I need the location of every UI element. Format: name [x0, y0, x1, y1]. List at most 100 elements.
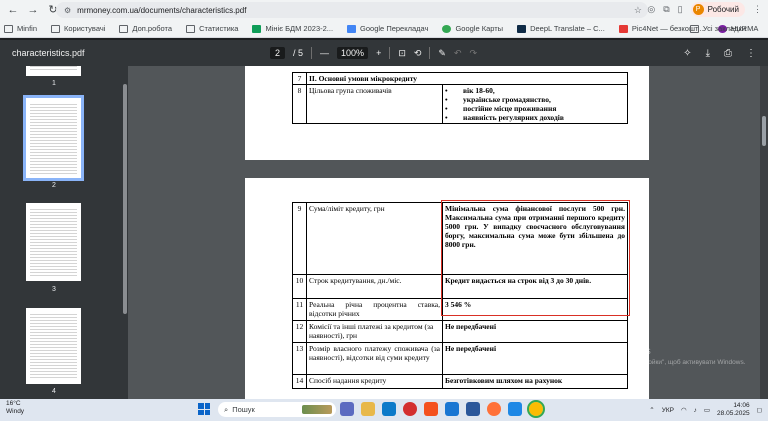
windows-start-icon[interactable] — [198, 403, 210, 415]
zoom-input[interactable]: 100% — [337, 47, 369, 59]
bookmark-star-icon[interactable]: ☆ — [634, 5, 642, 16]
windows-taskbar: 16°C Windy ⌕ Пошук ⌃ УКР ◠ ♪ ▭ 14:06 28.… — [0, 399, 768, 421]
table-row: 7 ІІ. Основні умови мікрокредиту — [292, 72, 628, 85]
thumbnail-page-1[interactable] — [26, 66, 81, 76]
sidepanel-icon[interactable]: ▯ — [678, 4, 683, 15]
menu-icon[interactable]: ⋮ — [753, 4, 762, 15]
draw-icon[interactable]: ✎ — [438, 48, 446, 59]
row-value: Безготівковим шляхом на рахунок — [442, 374, 628, 389]
thumbnail-page-3[interactable] — [26, 203, 81, 281]
notification-icon[interactable]: ◻ — [757, 406, 762, 414]
pic4net-icon — [618, 24, 628, 33]
language-indicator[interactable]: УКР — [662, 407, 674, 414]
sidebar-scrollbar[interactable] — [123, 66, 127, 399]
folder-icon — [689, 24, 699, 33]
search-highlight-image — [302, 405, 332, 414]
thumbnail-page-4[interactable] — [26, 308, 81, 384]
weather-widget[interactable]: 16°C Windy — [6, 400, 24, 416]
row-number: 12 — [292, 320, 307, 343]
bookmark-stats[interactable]: Статистика — [186, 24, 238, 33]
toolbar-divider — [389, 47, 391, 59]
list-item: • вік 18-60, — [445, 86, 495, 95]
file-explorer-icon[interactable] — [361, 402, 375, 416]
camera-icon[interactable]: ◎ — [647, 4, 655, 15]
redo-icon[interactable]: ↷ — [470, 48, 478, 59]
annotate-icon[interactable]: ✧ — [683, 48, 691, 59]
task-view-icon[interactable] — [340, 402, 354, 416]
thumbnail-page-2[interactable] — [23, 95, 84, 181]
page-total: / 5 — [293, 48, 304, 58]
thumbnail-sidebar: 1 2 3 4 — [0, 66, 128, 399]
wifi-icon[interactable]: ◠ — [681, 406, 687, 414]
volume-icon[interactable]: ♪ — [694, 407, 697, 414]
more-options-icon[interactable]: ⋮ — [746, 48, 756, 59]
zoom-in-icon[interactable]: + — [376, 48, 381, 58]
chrome-icon[interactable] — [527, 400, 545, 418]
weather-temp: 16°C — [6, 400, 21, 407]
tray-expand-icon[interactable]: ⌃ — [649, 406, 654, 414]
watermark-subtitle: Перейдіть до розділу "Настройки", щоб ак… — [562, 359, 746, 366]
back-icon[interactable]: ← — [6, 3, 20, 17]
conditions-table-top: 7 ІІ. Основні умови мікрокредиту 8 Цільо… — [292, 72, 628, 124]
viewer-scrollbar[interactable] — [760, 66, 768, 399]
taskbar-search[interactable]: ⌕ Пошук — [218, 402, 336, 417]
zoom-out-icon[interactable]: — — [320, 48, 329, 58]
search-placeholder: Пошук — [232, 405, 255, 414]
bookmark-minfin[interactable]: Minfin — [4, 24, 37, 33]
powerpoint-icon[interactable] — [424, 402, 438, 416]
print-icon[interactable]: ⎙ — [724, 48, 732, 59]
row-label: Строк кредитування, дн./міс. — [306, 274, 443, 299]
clock[interactable]: 14:06 28.05.2025 — [717, 402, 750, 418]
profile-button[interactable]: Р Робочий — [690, 2, 745, 17]
edge-icon[interactable] — [382, 402, 396, 416]
folder-icon — [51, 24, 61, 33]
rotate-icon[interactable]: ⟲ — [414, 48, 422, 59]
row-number: 14 — [292, 374, 307, 389]
word-icon[interactable] — [466, 402, 480, 416]
fit-page-icon[interactable]: ⊡ — [398, 48, 406, 59]
row-label: Реальна річна процентна ставка, відсотки… — [306, 298, 443, 321]
row-number: 10 — [292, 274, 307, 299]
bookmark-deepl[interactable]: DeepL Translate – С... — [517, 24, 605, 33]
extensions-icon[interactable]: ⧉ — [663, 4, 669, 15]
thumbnail-number: 2 — [52, 182, 56, 189]
row-number: 13 — [292, 342, 307, 375]
bookmark-google-maps[interactable]: Google Карты — [442, 24, 503, 33]
translate-icon — [347, 24, 357, 33]
page-number-input[interactable]: 2 — [270, 47, 286, 59]
row-number: 9 — [292, 202, 307, 275]
list-item: • українське громадянство, — [445, 95, 551, 104]
thumbnail-number: 3 — [52, 286, 56, 293]
bookmark-users[interactable]: Користувачі — [51, 24, 105, 33]
toolbar-divider — [429, 47, 431, 59]
folder-icon — [119, 24, 129, 33]
download-icon[interactable]: ⤓ — [706, 48, 710, 59]
browser-nav-bar: ← → ↻ ⚙ mrmoney.com.ua/documents/charact… — [0, 0, 768, 20]
thumbnail-number: 1 — [52, 80, 56, 87]
bookmark-bdm[interactable]: Мініє БДМ 2023-2... — [252, 24, 333, 33]
list-item: • постійне місце проживання — [445, 104, 557, 113]
undo-icon[interactable]: ↶ — [454, 48, 462, 59]
table-row: 14 Спосіб надання кредиту Безготівковим … — [292, 374, 628, 389]
bookmark-extra-work[interactable]: Доп.робота — [119, 24, 172, 33]
outlook-icon[interactable] — [445, 402, 459, 416]
pdf-page-2: 7 ІІ. Основні умови мікрокредиту 8 Цільо… — [245, 66, 649, 160]
folder-icon — [4, 24, 13, 33]
row-label: Спосіб надання кредиту — [306, 374, 443, 389]
opera-icon[interactable] — [403, 402, 417, 416]
all-bookmarks[interactable]: Усі закладки — [689, 24, 746, 33]
address-bar[interactable]: ⚙ mrmoney.com.ua/documents/characteristi… — [56, 2, 648, 18]
row-value: Не передбачені — [442, 320, 628, 343]
windows-store-icon[interactable] — [508, 402, 522, 416]
url-text: mrmoney.com.ua/documents/characteristics… — [77, 5, 247, 15]
forward-icon[interactable]: → — [26, 3, 40, 17]
pdf-toolbar: characteristics.pdf 2 / 5 — 100% + ⊡ ⟲ ✎… — [0, 40, 768, 66]
bookmark-google-translate[interactable]: Google Перекладач — [347, 24, 428, 33]
section-heading: ІІ. Основні умови мікрокредиту — [306, 72, 443, 85]
battery-icon[interactable]: ▭ — [704, 406, 710, 414]
clock-time: 14:06 — [733, 402, 750, 409]
site-info-icon[interactable]: ⚙ — [64, 6, 71, 15]
firefox-icon[interactable] — [487, 402, 501, 416]
system-tray: ⌃ УКР ◠ ♪ ▭ 14:06 28.05.2025 ◻ — [649, 402, 762, 418]
bookmarks-bar: Minfin Користувачі Доп.робота Статистика… — [0, 20, 768, 38]
